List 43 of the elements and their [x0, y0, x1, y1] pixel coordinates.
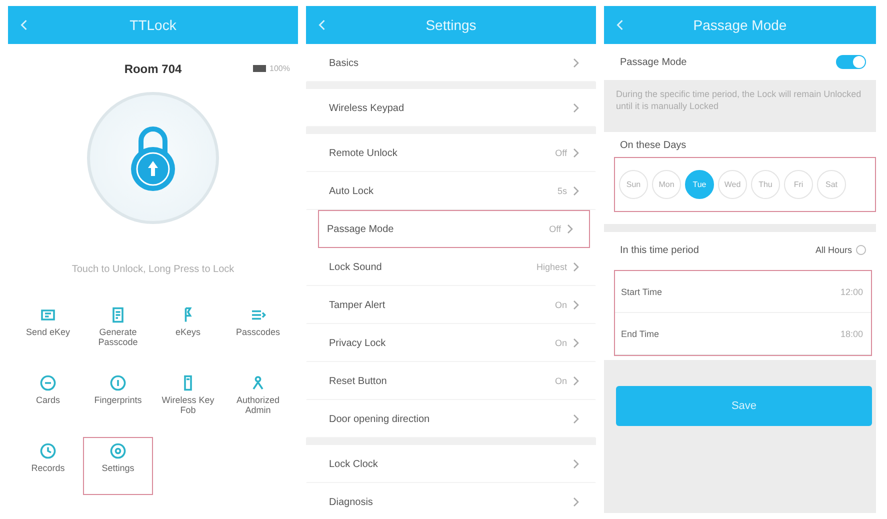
setting-label: Passage Mode	[620, 56, 687, 68]
chevron-icon	[573, 148, 579, 158]
feature-button[interactable]: Wireless Key Fob	[153, 369, 223, 427]
chevron-icon	[573, 376, 579, 386]
screen-title: Settings	[426, 17, 476, 33]
feature-button[interactable]: Authorized Admin	[223, 369, 293, 427]
chevron-icon	[573, 58, 579, 68]
battery-level: 100%	[270, 64, 290, 73]
all-hours-option[interactable]: All Hours	[815, 245, 866, 256]
chevron-icon	[573, 459, 579, 469]
description-text: During the specific time period, the Lock will remain Unlocked until it is manually Locked	[615, 88, 862, 114]
chevron-icon	[573, 103, 579, 113]
feature-button[interactable]: Fingerprints	[83, 369, 153, 427]
back-icon[interactable]	[616, 19, 624, 31]
chevron-icon	[567, 224, 573, 234]
battery-icon	[252, 65, 267, 72]
feature-icon	[109, 374, 127, 392]
settings-row[interactable]: Passage Mode Off	[318, 210, 590, 248]
back-icon[interactable]	[318, 19, 326, 31]
feature-icon	[109, 442, 127, 460]
feature-button[interactable]: eKeys	[153, 301, 223, 359]
screen-title: TTLock	[130, 17, 176, 33]
chevron-icon	[573, 497, 579, 507]
chevron-icon	[573, 262, 579, 272]
feature-button[interactable]: Passcodes	[223, 301, 293, 359]
section-label: On these Days	[619, 140, 688, 152]
chevron-icon	[573, 414, 579, 424]
feature-button[interactable]: Generate Passcode	[83, 301, 153, 359]
lock-name: Room 704	[124, 62, 182, 76]
feature-button[interactable]: Send eKey	[13, 301, 83, 359]
feature-icon	[39, 374, 57, 392]
toggle-switch[interactable]	[836, 55, 866, 69]
chevron-icon	[573, 186, 579, 196]
back-icon[interactable]	[20, 19, 28, 31]
feature-button[interactable]: Records	[13, 437, 83, 495]
chevron-icon	[573, 300, 579, 310]
unlock-hint: Touch to Unlock, Long Press to Lock	[72, 264, 234, 275]
feature-button[interactable]: Settings	[83, 437, 153, 495]
feature-icon	[39, 442, 57, 460]
chevron-icon	[573, 338, 579, 348]
screen-title: Passage Mode	[693, 17, 787, 33]
feature-button[interactable]: Cards	[13, 369, 83, 427]
section-label: In this time period	[620, 244, 699, 256]
